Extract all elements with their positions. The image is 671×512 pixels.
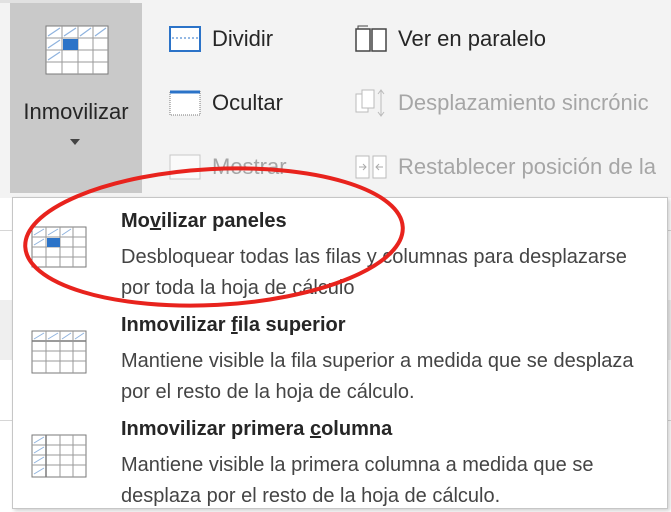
sync-scroll-icon (354, 88, 388, 118)
chevron-down-icon (70, 139, 80, 145)
freeze-panes-label: Inmovilizar (23, 99, 129, 124)
show-label: Mostrar (212, 154, 287, 179)
hide-label: Ocultar (212, 90, 283, 115)
show-button[interactable]: Mostrar (168, 152, 287, 182)
side-by-side-label: Ver en paralelo (398, 26, 546, 51)
freeze-panes-icon (45, 25, 109, 80)
unfreeze-panes-item[interactable]: Movilizar paneles Desbloquear todas las … (13, 198, 667, 299)
reset-position-label: Restablecer posición de la (398, 154, 657, 179)
view-ribbon: Inmovilizar Dividir Ocultar Mostrar Ver … (0, 0, 671, 198)
unfreeze-panes-icon (31, 226, 87, 275)
unfreeze-panes-title: Movilizar paneles (121, 210, 287, 232)
sync-scroll-label: Desplazamiento sincrónic (398, 90, 649, 115)
freeze-top-row-description: Mantiene visible la fila superior a medi… (121, 350, 634, 403)
reset-position-button[interactable]: Restablecer posición de la (354, 152, 656, 182)
freeze-top-row-item[interactable]: Inmovilizar fila superior Mantiene visib… (13, 302, 667, 403)
freeze-first-column-description: Mantiene visible la primera columna a me… (121, 454, 594, 507)
split-icon (168, 24, 202, 54)
split-label: Dividir (212, 26, 274, 51)
freeze-first-column-item[interactable]: Inmovilizar primera columna Mantiene vis… (13, 406, 667, 507)
side-by-side-icon (354, 24, 388, 54)
hide-window-icon (168, 88, 202, 118)
show-window-icon (168, 152, 202, 182)
freeze-first-column-icon (31, 434, 87, 485)
freeze-panes-menu: Movilizar paneles Desbloquear todas las … (12, 197, 668, 509)
freeze-panes-button[interactable]: Inmovilizar (10, 3, 142, 193)
hide-button[interactable]: Ocultar (168, 88, 283, 118)
reset-position-icon (354, 152, 388, 182)
unfreeze-panes-description: Desbloquear todas las filas y columnas p… (121, 246, 627, 299)
sync-scroll-button[interactable]: Desplazamiento sincrónic (354, 88, 649, 118)
freeze-top-row-icon (31, 330, 87, 381)
side-by-side-button[interactable]: Ver en paralelo (354, 24, 546, 54)
freeze-top-row-title: Inmovilizar fila superior (121, 314, 346, 336)
split-button[interactable]: Dividir (168, 24, 273, 54)
freeze-first-column-title: Inmovilizar primera columna (121, 418, 393, 440)
